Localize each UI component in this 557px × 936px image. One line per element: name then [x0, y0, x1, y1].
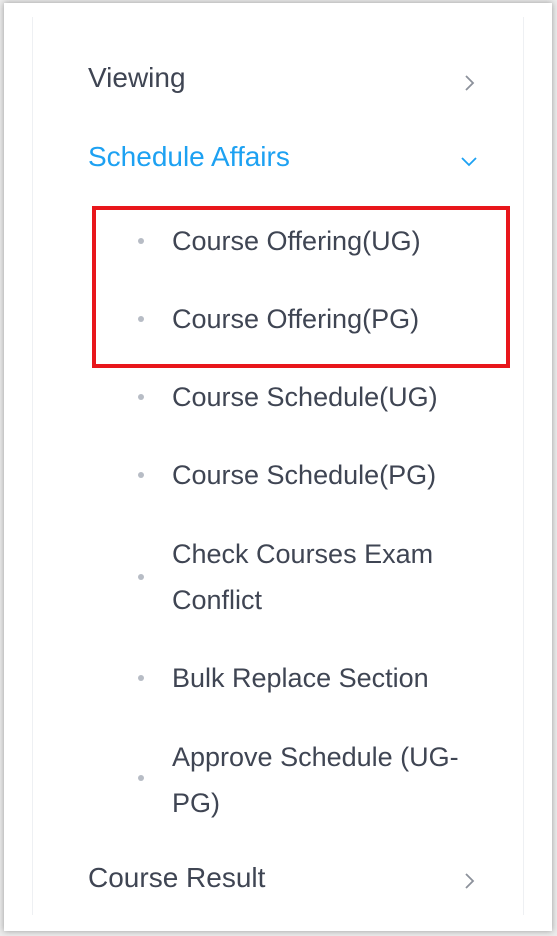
bullet-icon: [138, 394, 144, 400]
submenu-item-label: Course Offering(UG): [172, 226, 421, 256]
menu-item-course-result[interactable]: Course Result: [88, 862, 265, 894]
bullet-icon: [138, 238, 144, 244]
menu-item-viewing[interactable]: Viewing: [88, 62, 186, 94]
bullet-icon: [138, 574, 144, 580]
submenu-item-course-offering-pg[interactable]: Course Offering(PG): [130, 296, 490, 342]
submenu-item-label: Course Schedule(UG): [172, 382, 438, 412]
submenu-item-label: Course Schedule(PG): [172, 460, 437, 490]
submenu-item-course-offering-ug[interactable]: Course Offering(UG): [130, 218, 490, 264]
submenu-item-course-schedule-pg[interactable]: Course Schedule(PG): [130, 452, 490, 498]
bullet-icon: [138, 675, 144, 681]
menu-item-schedule-affairs[interactable]: Schedule Affairs: [88, 141, 290, 173]
chevron-right-icon: [458, 72, 480, 94]
submenu-item-approve-schedule[interactable]: Approve Schedule (UG-PG): [130, 734, 490, 826]
submenu-item-label: Check Courses Exam Conflict: [172, 539, 434, 615]
chevron-right-icon: [458, 870, 480, 892]
chevron-down-icon: [458, 150, 480, 172]
menu-item-viewing-label: Viewing: [88, 62, 186, 93]
submenu-item-label: Approve Schedule (UG-PG): [172, 742, 459, 818]
bullet-icon: [138, 316, 144, 322]
submenu-item-label: Course Offering(PG): [172, 304, 420, 334]
menu-item-schedule-affairs-label: Schedule Affairs: [88, 141, 290, 172]
submenu-item-check-courses-exam-conflict[interactable]: Check Courses Exam Conflict: [130, 531, 490, 623]
bullet-icon: [138, 472, 144, 478]
submenu-item-label: Bulk Replace Section: [172, 663, 429, 693]
submenu-item-course-schedule-ug[interactable]: Course Schedule(UG): [130, 374, 490, 420]
bullet-icon: [138, 775, 144, 781]
menu-item-course-result-label: Course Result: [88, 862, 266, 893]
submenu-item-bulk-replace-section[interactable]: Bulk Replace Section: [130, 655, 490, 701]
